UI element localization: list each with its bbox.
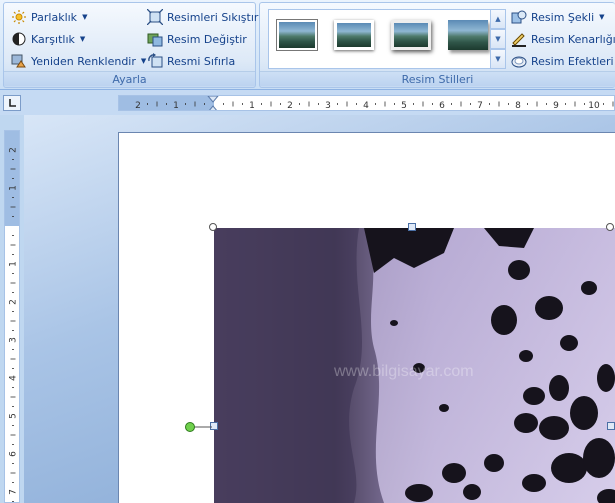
ruler-number: 7	[477, 101, 483, 111]
gallery-scroll-up[interactable]: ▲	[490, 9, 506, 29]
style-thumbnail[interactable]	[275, 16, 319, 54]
style-preview-image	[448, 20, 488, 50]
ruler-number: 8	[515, 101, 521, 111]
adjust-group-label: Ayarla	[4, 71, 255, 86]
picture-effects-label: Resim Efektleri	[531, 54, 614, 68]
reset-picture-label: Resmi Sıfırla	[167, 54, 236, 68]
recolor-button[interactable]: Yeniden Renklendir ▼	[11, 51, 146, 71]
recolor-icon	[11, 53, 27, 69]
chevron-down-icon: ▼	[140, 57, 147, 65]
brightness-label: Parlaklık	[31, 10, 78, 24]
ruler-number: 7	[9, 489, 19, 495]
picture-styles-gallery[interactable]	[268, 9, 504, 69]
horizontal-ruler[interactable]: 2 1 1 2 3 4 5 6 7 8 9 10	[118, 95, 615, 111]
indent-marker[interactable]	[207, 96, 219, 111]
picture-border-label: Resim Kenarlığı	[531, 32, 615, 46]
ruler-number: 3	[9, 337, 19, 343]
ruler-number: 5	[401, 101, 407, 111]
ruler-number: 1	[249, 101, 255, 111]
picture-border-button[interactable]: Resim Kenarlığı ▼	[511, 29, 615, 49]
picture-shape-label: Resim Şekli	[531, 10, 595, 24]
adjust-group: Parlaklık ▼ Karşıtlık ▼ Yeniden Renklend…	[3, 2, 258, 88]
ruler-number: 2	[287, 101, 293, 111]
picture-styles-group: ▲ ▼ ▼ Resim Şekli ▼ Resim Kenarlığı ▼ Re…	[259, 2, 615, 88]
style-thumbnail[interactable]	[332, 16, 376, 54]
ribbon: Parlaklık ▼ Karşıtlık ▼ Yeniden Renklend…	[0, 0, 615, 90]
ruler-number: 6	[9, 451, 19, 457]
change-picture-icon	[147, 31, 163, 47]
chevron-down-icon: ▼	[79, 35, 86, 43]
style-preview-image	[334, 20, 374, 50]
recolor-label: Yeniden Renklendir	[31, 54, 136, 68]
chevron-down-icon: ▼	[599, 13, 605, 21]
resize-handle-right[interactable]	[607, 422, 615, 430]
ruler-number: 1	[9, 261, 19, 267]
picture-effects-icon	[511, 53, 527, 69]
change-picture-button[interactable]: Resim Değiştir	[147, 29, 247, 49]
ruler-number: 1	[173, 101, 179, 111]
ruler-number: 6	[439, 101, 445, 111]
more-icon: ▼	[495, 55, 501, 63]
style-preview-image	[391, 20, 431, 50]
vertical-ruler[interactable]: 2 1 1 2 3 4 5 6 7	[4, 130, 20, 503]
selected-picture[interactable]: www.bilgisayar.com	[214, 228, 615, 503]
picture-effects-button[interactable]: Resim Efektleri ▼	[511, 51, 615, 71]
compress-pictures-button[interactable]: Resimleri Sıkıştır	[147, 7, 258, 27]
style-thumbnail[interactable]	[446, 16, 490, 54]
compress-label: Resimleri Sıkıştır	[167, 10, 259, 24]
chevron-down-icon: ▼	[495, 35, 501, 43]
picture-styles-group-label: Resim Stilleri	[260, 71, 615, 86]
compress-icon	[147, 9, 163, 25]
ruler-number: 2	[135, 101, 141, 111]
chevron-up-icon: ▲	[495, 15, 501, 23]
contrast-label: Karşıtlık	[31, 32, 75, 46]
style-preview-image	[277, 20, 317, 50]
ruler-number: 1	[9, 185, 19, 191]
ruler-number: 2	[9, 299, 19, 305]
ruler-number: 3	[325, 101, 331, 111]
gallery-more-button[interactable]: ▼	[490, 49, 506, 69]
ruler-number: 4	[363, 101, 369, 111]
change-picture-label: Resim Değiştir	[167, 32, 247, 46]
reset-picture-icon	[147, 53, 163, 69]
resize-handle-top-right[interactable]	[606, 223, 614, 231]
vertical-ruler-ticks: 2 1 1 2 3 4 5 6 7	[9, 147, 19, 502]
style-thumbnail[interactable]	[389, 16, 433, 54]
ruler-number: 4	[9, 375, 19, 381]
left-tab-icon	[9, 99, 16, 107]
ruler-number: 2	[9, 147, 19, 153]
contrast-icon	[11, 31, 27, 47]
reset-picture-button[interactable]: Resmi Sıfırla	[147, 51, 235, 71]
rotation-handle[interactable]	[184, 421, 214, 433]
ruler-number: 5	[9, 413, 19, 419]
horizontal-ruler-ticks: 2 1 1 2 3 4 5 6 7 8 9 10	[135, 101, 614, 111]
tab-selector-button[interactable]	[3, 95, 21, 111]
contrast-button[interactable]: Karşıtlık ▼	[11, 29, 85, 49]
picture-content: www.bilgisayar.com	[214, 228, 615, 503]
ruler-number: 9	[553, 101, 559, 111]
resize-handle-top-left[interactable]	[209, 223, 217, 231]
brightness-button[interactable]: Parlaklık ▼	[11, 7, 87, 27]
resize-handle-top[interactable]	[408, 223, 416, 231]
gallery-scroll-down[interactable]: ▼	[490, 29, 506, 49]
picture-shape-icon	[511, 9, 527, 25]
sun-icon	[11, 9, 27, 25]
chevron-down-icon: ▼	[82, 13, 88, 21]
picture-shape-button[interactable]: Resim Şekli ▼	[511, 7, 605, 27]
picture-border-icon	[511, 31, 527, 47]
watermark-text: www.bilgisayar.com	[333, 363, 474, 380]
ruler-number: 10	[588, 101, 600, 111]
